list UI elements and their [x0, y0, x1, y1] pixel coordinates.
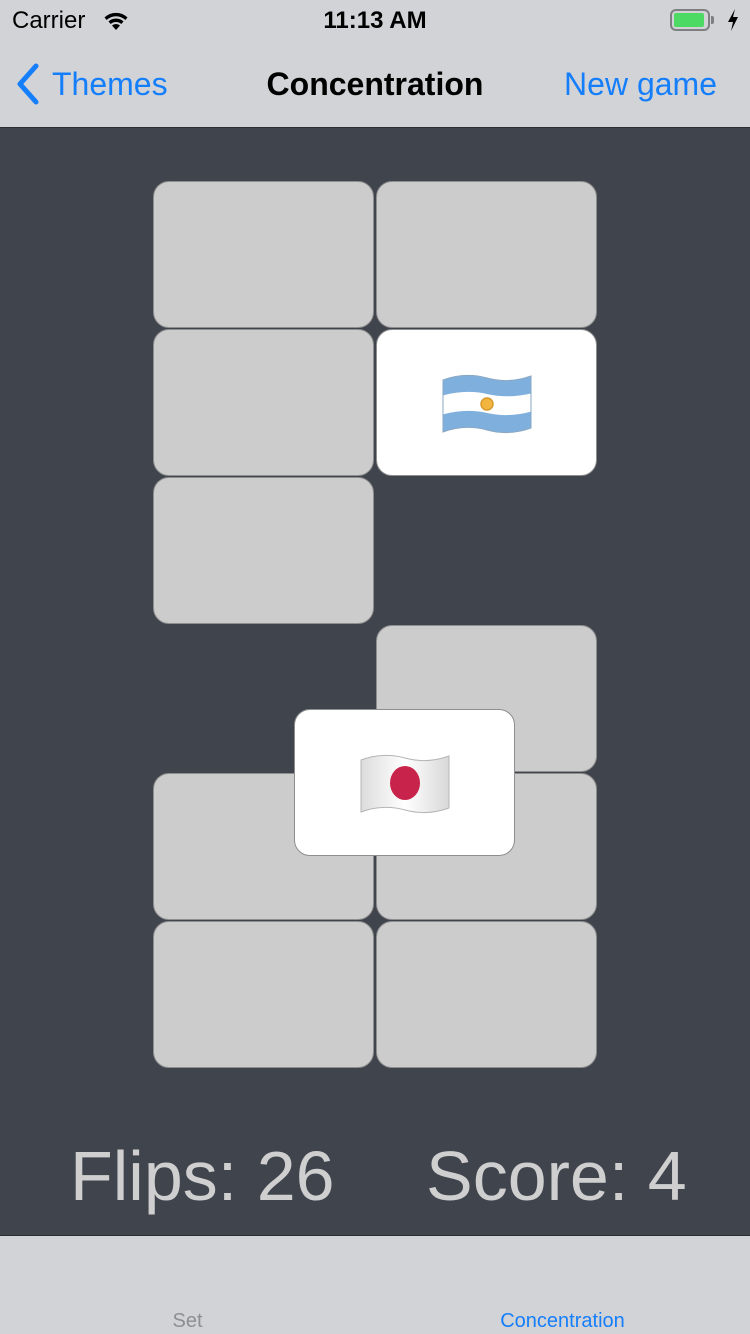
top-bar: Carrier 11:13 AM Themes Concentration Ne… — [0, 0, 750, 128]
card-5[interactable] — [153, 477, 374, 624]
card-1[interactable] — [153, 181, 374, 328]
back-button[interactable]: Themes — [14, 62, 168, 106]
card-10[interactable] — [376, 921, 597, 1068]
card-11-japan[interactable] — [294, 709, 515, 856]
battery-icon — [670, 9, 714, 31]
card-4-argentina[interactable] — [376, 329, 597, 476]
tab-bar: Set Concentration — [0, 1235, 750, 1334]
chevron-left-icon — [17, 63, 39, 105]
score-label: Score: 4 — [426, 1137, 687, 1215]
tab-set[interactable]: Set — [0, 1310, 375, 1333]
charging-bolt-icon — [728, 9, 738, 31]
tab-concentration[interactable]: Concentration — [375, 1310, 750, 1333]
japan-flag-icon — [360, 754, 449, 813]
flips-count-label: Flips: 26 — [70, 1137, 335, 1215]
back-button-label: Themes — [52, 65, 168, 102]
new-game-button[interactable]: New game — [564, 66, 717, 103]
card-3[interactable] — [153, 329, 374, 476]
card-9[interactable] — [153, 921, 374, 1068]
navigation-bar: Themes Concentration New game — [0, 40, 750, 128]
card-board — [0, 129, 750, 1235]
argentina-flag-icon — [442, 374, 531, 433]
clock: 11:13 AM — [323, 7, 427, 34]
status-bar: Carrier 11:13 AM — [0, 0, 750, 40]
card-2[interactable] — [376, 181, 597, 328]
